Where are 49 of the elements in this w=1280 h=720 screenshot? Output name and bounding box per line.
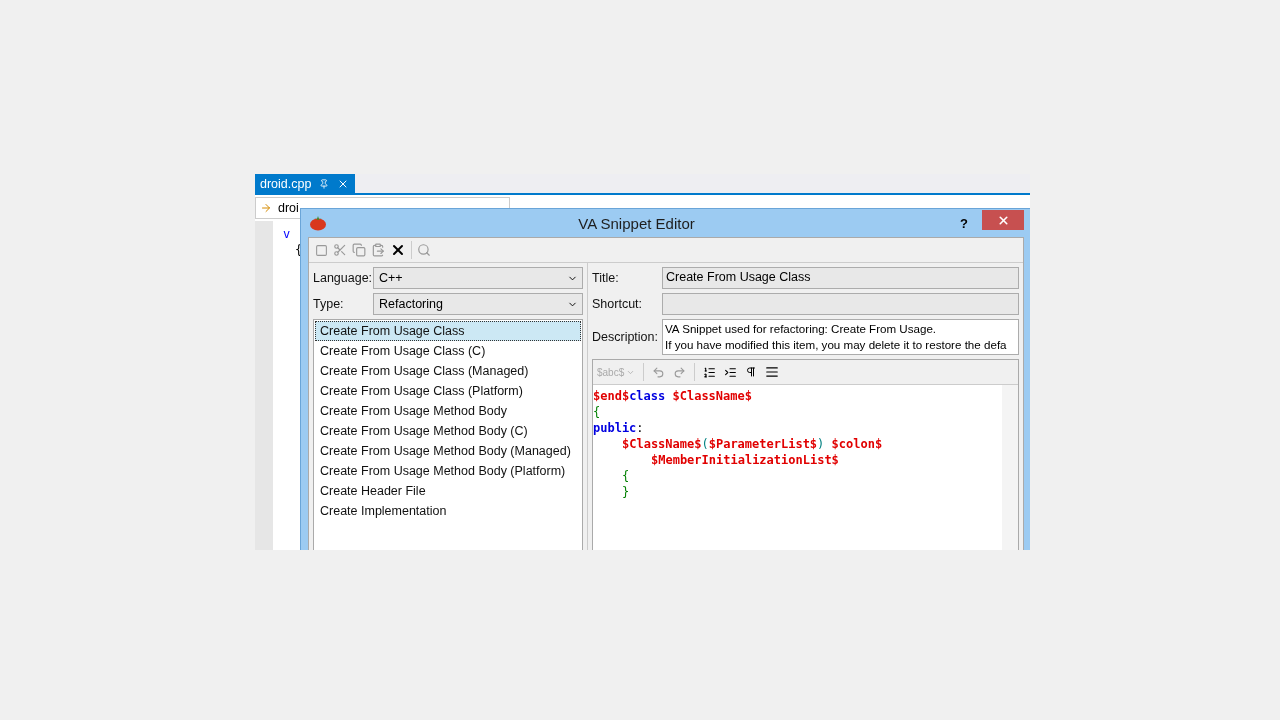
- code-line: $ClassName$($ParameterList$) $colon$: [621, 436, 884, 452]
- editor-tab[interactable]: droid.cpp: [255, 174, 356, 193]
- window-title: VA Snippet Editor: [577, 214, 696, 232]
- snippet-item[interactable]: Create From Usage Class: [315, 321, 581, 341]
- close-icon: [996, 213, 1010, 227]
- type-dropdown[interactable]: Refactoring: [373, 293, 583, 315]
- code-line: {: [621, 468, 631, 484]
- snippet-item[interactable]: Create Header File: [315, 481, 581, 501]
- copy-icon[interactable]: [352, 243, 366, 257]
- description-field[interactable]: VA Snippet used for refactoring: Create From Usage. If you have modified this item, you may delete it to restore the defa: [662, 319, 1019, 355]
- shortcut-field[interactable]: [662, 293, 1019, 315]
- indent-icon[interactable]: [724, 365, 738, 379]
- snippet-item[interactable]: Create From Usage Method Body: [315, 401, 581, 421]
- code-line: }: [621, 484, 631, 500]
- undo-icon[interactable]: [652, 365, 666, 379]
- redo-icon[interactable]: [673, 365, 687, 379]
- type-label: Type:: [313, 297, 345, 311]
- cut-icon[interactable]: [333, 243, 347, 257]
- tomato-icon: [309, 215, 327, 231]
- paste-icon[interactable]: [371, 243, 385, 257]
- snippet-item[interactable]: Create From Usage Class (Platform): [315, 381, 581, 401]
- snippet-item[interactable]: Create From Usage Method Body (Managed): [315, 441, 581, 461]
- scrollbar[interactable]: [1002, 385, 1018, 550]
- snippet-item[interactable]: Create Implementation: [315, 501, 581, 521]
- new-icon[interactable]: [315, 243, 328, 257]
- title-field[interactable]: Create From Usage Class: [662, 267, 1019, 289]
- language-dropdown[interactable]: C++: [373, 267, 583, 289]
- pin-icon[interactable]: [319, 178, 330, 189]
- language-label: Language:: [313, 271, 369, 285]
- close-button[interactable]: [982, 210, 1024, 230]
- code-line: $end$class $ClassName$: [593, 388, 753, 404]
- code-text: v: [283, 227, 292, 241]
- snippet-item[interactable]: Create From Usage Method Body (C): [315, 421, 581, 441]
- pilcrow-icon[interactable]: [745, 366, 758, 378]
- shortcut-label: Shortcut:: [592, 297, 644, 311]
- description-label: Description:: [592, 330, 658, 344]
- snippet-item[interactable]: Create From Usage Class (Managed): [315, 361, 581, 381]
- code-line: $MemberInitializationList$: [650, 452, 840, 468]
- line-numbers-icon[interactable]: [703, 365, 717, 379]
- arrow-icon: [260, 202, 272, 214]
- title-label: Title:: [592, 271, 620, 285]
- code-line: public:: [593, 420, 645, 436]
- search-icon[interactable]: [417, 243, 431, 257]
- snippet-item[interactable]: Create From Usage Class (C): [315, 341, 581, 361]
- snippet-item[interactable]: Create From Usage Method Body (Platform): [315, 461, 581, 481]
- justify-icon[interactable]: [765, 365, 780, 379]
- help-button[interactable]: ?: [946, 215, 982, 231]
- delete-icon[interactable]: [390, 242, 406, 258]
- code-line: {: [593, 404, 602, 420]
